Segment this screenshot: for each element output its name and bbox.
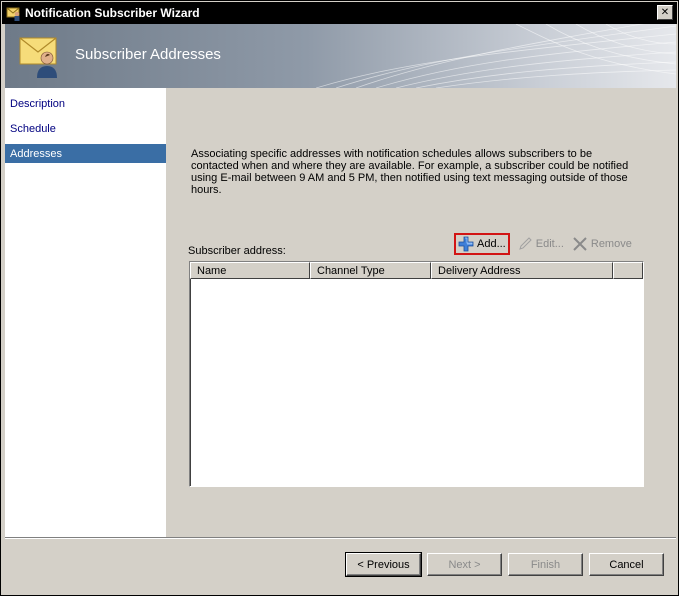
banner-waves-decoration xyxy=(316,24,676,88)
add-button-label: Add... xyxy=(477,238,506,250)
banner-title: Subscriber Addresses xyxy=(75,46,221,63)
page-description: Associating specific addresses with noti… xyxy=(191,148,629,196)
sidebar-item-addresses[interactable]: Addresses xyxy=(5,144,166,163)
remove-x-icon xyxy=(573,237,587,251)
column-header-channel-type[interactable]: Channel Type xyxy=(310,262,431,279)
sidebar-item-schedule[interactable]: Schedule xyxy=(5,119,166,138)
close-icon: ✕ xyxy=(660,7,670,18)
footer-separator xyxy=(5,537,676,539)
column-header-delivery-address[interactable]: Delivery Address xyxy=(431,262,613,279)
close-button[interactable]: ✕ xyxy=(657,5,673,20)
sidebar-item-label: Addresses xyxy=(10,147,62,160)
sidebar-item-description[interactable]: Description xyxy=(5,94,166,113)
edit-address-button[interactable]: Edit... xyxy=(514,233,567,255)
wizard-app-icon xyxy=(6,5,22,21)
column-header-filler xyxy=(613,262,643,279)
subscriber-address-label: Subscriber address: xyxy=(188,245,286,257)
window-title: Notification Subscriber Wizard xyxy=(25,6,200,20)
envelope-user-icon xyxy=(17,32,65,83)
wizard-window: Notification Subscriber Wizard ✕ Subscri… xyxy=(0,0,679,596)
column-header-label: Delivery Address xyxy=(438,264,521,277)
next-button[interactable]: Next > xyxy=(427,553,502,576)
address-toolbar: Add... Edit... Remove xyxy=(454,233,635,255)
subscriber-address-list[interactable]: Name Channel Type Delivery Address xyxy=(189,261,644,487)
finish-button[interactable]: Finish xyxy=(508,553,583,576)
main-content: Associating specific addresses with noti… xyxy=(166,88,676,537)
remove-button-label: Remove xyxy=(590,238,632,250)
cancel-button[interactable]: Cancel xyxy=(589,553,664,576)
pencil-icon xyxy=(518,237,532,250)
column-header-name[interactable]: Name xyxy=(190,262,310,279)
add-address-button[interactable]: Add... xyxy=(454,233,510,255)
title-bar[interactable]: Notification Subscriber Wizard ✕ xyxy=(2,2,677,24)
sidebar-item-label: Schedule xyxy=(10,122,56,135)
column-header-label: Channel Type xyxy=(317,264,385,277)
edit-button-label: Edit... xyxy=(535,238,564,250)
list-header: Name Channel Type Delivery Address xyxy=(190,262,643,279)
plus-icon xyxy=(458,236,474,252)
previous-button[interactable]: < Previous xyxy=(345,552,422,577)
remove-address-button[interactable]: Remove xyxy=(569,233,635,255)
wizard-sidebar: Description Schedule Addresses xyxy=(5,88,166,537)
wizard-banner: Subscriber Addresses xyxy=(5,24,676,88)
column-header-label: Name xyxy=(197,264,227,277)
sidebar-item-label: Description xyxy=(10,97,66,110)
